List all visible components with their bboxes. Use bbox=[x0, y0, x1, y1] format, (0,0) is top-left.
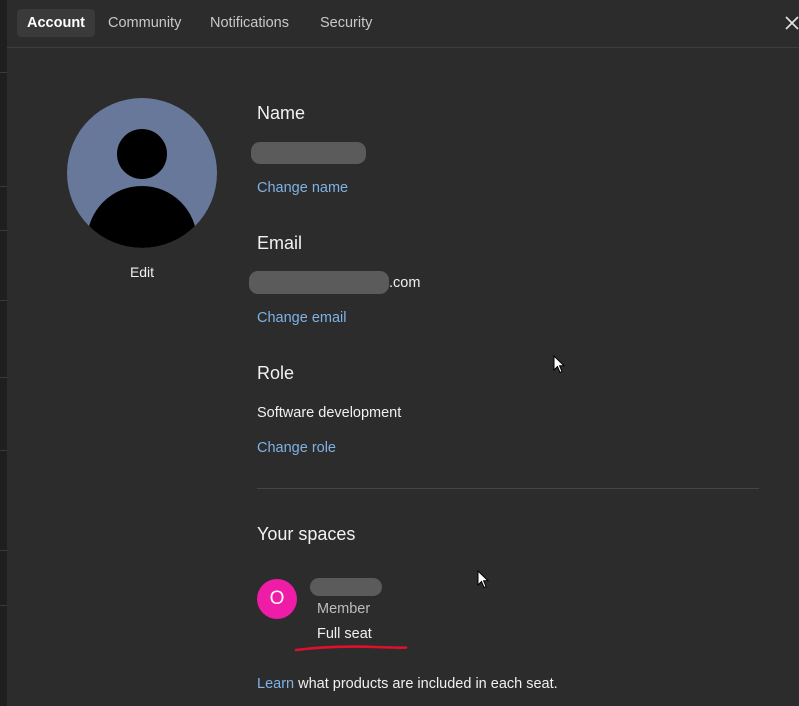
tab-security[interactable]: Security bbox=[310, 9, 382, 37]
account-settings-dialog: Account Community Notifications Security… bbox=[0, 0, 799, 706]
mouse-pointer-icon bbox=[553, 355, 565, 374]
learn-link[interactable]: Learn bbox=[257, 676, 294, 692]
red-underline-annotation bbox=[294, 645, 408, 652]
email-domain-suffix: .com bbox=[389, 275, 421, 291]
edit-avatar-button[interactable]: Edit bbox=[67, 264, 217, 280]
space-membership: Member bbox=[317, 601, 371, 617]
change-email-link[interactable]: Change email bbox=[257, 310, 346, 326]
role-value: Software development bbox=[257, 405, 402, 421]
close-icon bbox=[785, 16, 799, 30]
tab-account[interactable]: Account bbox=[17, 9, 95, 37]
spaces-heading: Your spaces bbox=[257, 524, 356, 544]
space-avatar[interactable]: O bbox=[257, 579, 297, 619]
close-button[interactable] bbox=[783, 10, 799, 34]
space-name-redacted bbox=[310, 578, 382, 596]
change-role-link[interactable]: Change role bbox=[257, 440, 336, 456]
tab-community[interactable]: Community bbox=[98, 9, 191, 37]
space-seat-type: Full seat bbox=[317, 626, 372, 642]
background-window-edge bbox=[0, 0, 7, 706]
name-heading: Name bbox=[257, 103, 306, 123]
change-name-link[interactable]: Change name bbox=[257, 180, 348, 196]
name-value-redacted bbox=[251, 142, 366, 164]
section-divider bbox=[257, 488, 759, 489]
seat-info-footer: Learn what products are included in each… bbox=[257, 676, 558, 692]
role-heading: Role bbox=[257, 363, 295, 383]
profile-avatar[interactable] bbox=[67, 98, 217, 248]
settings-tab-bar: Account Community Notifications Security bbox=[7, 0, 799, 48]
tab-notifications[interactable]: Notifications bbox=[200, 9, 299, 37]
email-value-redacted bbox=[249, 271, 389, 294]
footer-text: what products are included in each seat. bbox=[294, 676, 558, 692]
email-heading: Email bbox=[257, 233, 303, 253]
mouse-pointer-icon bbox=[477, 570, 489, 589]
